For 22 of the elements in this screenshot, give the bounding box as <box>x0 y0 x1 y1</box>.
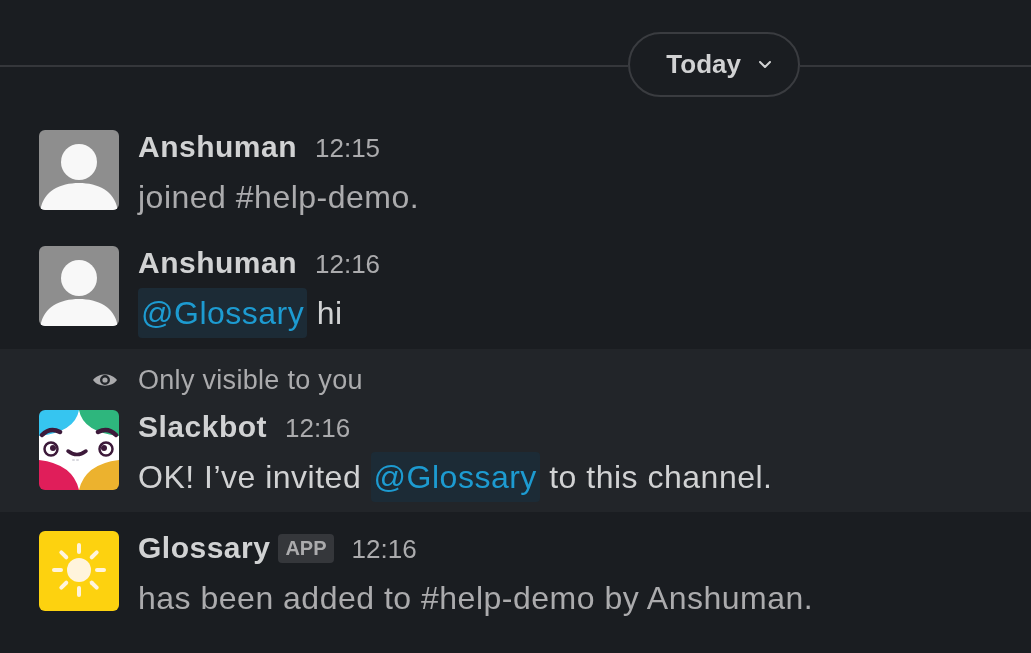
timestamp[interactable]: 12:16 <box>315 247 381 281</box>
date-button[interactable]: Today <box>628 32 800 97</box>
eye-icon <box>92 372 118 388</box>
timestamp[interactable]: 12:16 <box>351 532 417 566</box>
timestamp[interactable]: 12:16 <box>285 411 351 445</box>
author-name[interactable]: Slackbot <box>138 410 268 444</box>
author-name[interactable]: Anshuman <box>138 246 297 280</box>
mention-link[interactable]: @Glossary <box>138 288 308 338</box>
person-icon[interactable] <box>39 130 119 210</box>
message-text: @Glossary hi <box>138 290 381 336</box>
chevron-down-icon <box>759 61 771 68</box>
timestamp[interactable]: 12:15 <box>315 131 381 165</box>
app-badge: APP <box>278 533 334 563</box>
message-text: joined #help-demo. <box>138 178 420 217</box>
message-text: has been added to #help-demo by Anshuman. <box>138 579 814 618</box>
visibility-note: Only visible to you <box>138 364 363 396</box>
message-text: OK! I’ve invited @Glossary to this channel. <box>138 454 773 500</box>
smiling-face-icon[interactable] <box>39 410 119 490</box>
person-icon[interactable] <box>39 246 119 326</box>
author-name[interactable]: Anshuman <box>138 130 297 164</box>
mention-link[interactable]: @Glossary <box>370 452 540 502</box>
author-name[interactable]: Glossary <box>138 531 271 565</box>
